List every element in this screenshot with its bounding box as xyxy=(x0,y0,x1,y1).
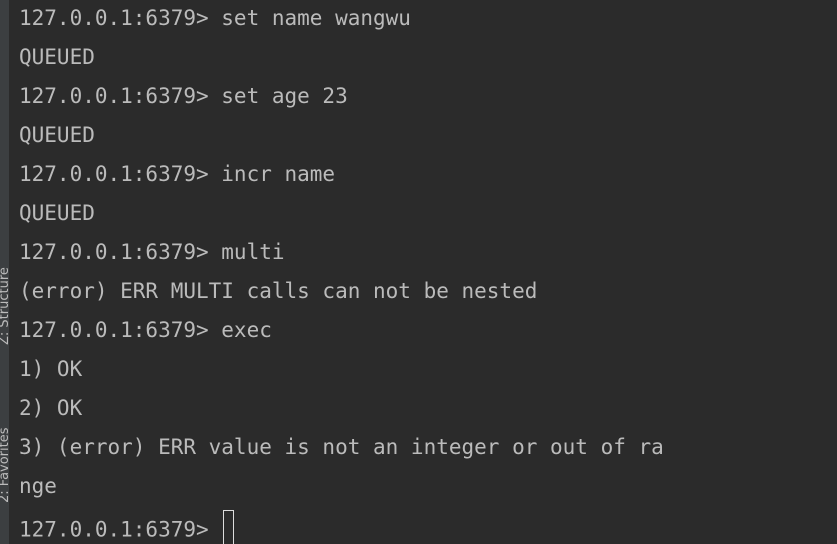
terminal-line: 127.0.0.1:6379> multi xyxy=(19,240,285,264)
side-tool-strip: Z: Structure 2: Favorites xyxy=(0,0,9,544)
favorites-tab[interactable]: 2: Favorites xyxy=(0,427,9,503)
prompt: 127.0.0.1:6379> xyxy=(19,517,222,542)
terminal-line: QUEUED xyxy=(19,123,95,147)
terminal-window: Z: Structure 2: Favorites 127.0.0.1:6379… xyxy=(0,0,837,544)
terminal-line: 127.0.0.1:6379> set age 23 xyxy=(19,84,348,108)
terminal-line: QUEUED xyxy=(19,45,95,69)
text-cursor[interactable] xyxy=(223,510,235,544)
terminal-line: 3) (error) ERR value is not an integer o… xyxy=(19,435,664,459)
terminal-output[interactable]: 127.0.0.1:6379> set name wangwu QUEUED 1… xyxy=(19,0,837,544)
terminal-line: 2) OK xyxy=(19,396,83,420)
terminal-line: 127.0.0.1:6379> incr name xyxy=(19,162,336,186)
terminal-line: 1) OK xyxy=(19,357,83,381)
prompt-line[interactable]: 127.0.0.1:6379> xyxy=(19,510,235,544)
terminal-line: QUEUED xyxy=(19,201,95,225)
terminal-line: nge xyxy=(19,474,57,498)
terminal-line: 127.0.0.1:6379> exec xyxy=(19,318,272,342)
terminal-line: 127.0.0.1:6379> set name wangwu xyxy=(19,6,411,30)
structure-tab[interactable]: Z: Structure xyxy=(0,267,9,345)
terminal-line: (error) ERR MULTI calls can not be neste… xyxy=(19,279,538,303)
